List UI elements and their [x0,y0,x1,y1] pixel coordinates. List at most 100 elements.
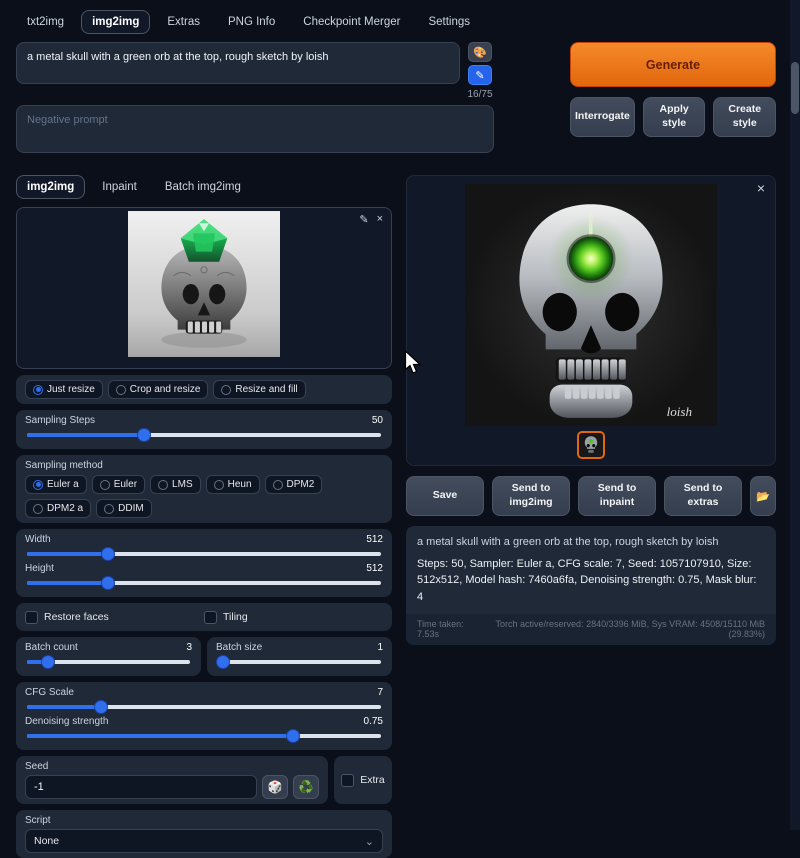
tiling-checkbox[interactable]: Tiling [204,611,383,624]
open-folder-button[interactable]: 📂 [750,476,776,516]
radio-icon [33,385,43,395]
radio-icon [214,480,224,490]
slider-knob[interactable] [95,701,107,713]
apply-style-button[interactable]: Apply style [643,97,706,137]
tab-img2img[interactable]: img2img [81,10,150,34]
output-column: × [406,175,776,858]
tab-checkpoint-merger[interactable]: Checkpoint Merger [292,10,411,34]
send-to-extras-button[interactable]: Send to extras [664,476,742,516]
script-selected-value: None [34,835,59,847]
reuse-seed-button[interactable]: ♻️ [293,775,319,799]
radio-label: Heun [228,479,252,490]
batch-size-slider[interactable] [218,660,381,664]
slider-knob[interactable] [42,656,54,668]
checkbox-label: Extra [360,774,385,786]
input-skull-ring-image [128,211,280,357]
sampling-steps-value: 50 [372,415,383,426]
radio-icon [33,480,43,490]
checkbox-label: Restore faces [44,611,109,623]
scrollbar-track [790,0,800,830]
cfg-denoise-group: CFG Scale 7 Denoising strength 0.75 [16,682,392,750]
subtab-batch-img2img[interactable]: Batch img2img [154,175,252,199]
sampling-steps-slider[interactable] [27,433,381,437]
width-value: 512 [366,534,383,545]
radio-label: Crop and resize [130,384,201,395]
folder-icon: 📂 [756,490,770,503]
vram-text: Torch active/reserved: 2840/3396 MiB, Sy… [489,619,765,639]
extra-seed-checkbox[interactable]: Extra [341,774,385,787]
cfg-scale-value: 7 [377,687,383,698]
save-button[interactable]: Save [406,476,484,516]
checkbox-label: Tiling [223,611,248,623]
edit-prompt-button[interactable]: ✎ [468,65,492,85]
denoising-strength-value: 0.75 [364,716,383,727]
gallery-close-button[interactable]: × [757,180,765,196]
gallery-thumbnail[interactable] [577,431,605,459]
generated-skull-image[interactable]: loish [465,184,717,426]
resize-option-crop-and-resize[interactable]: Crop and resize [108,380,209,399]
tab-png-info[interactable]: PNG Info [217,10,286,34]
negative-prompt-input[interactable] [16,105,494,153]
checkbox-icon [25,611,38,624]
resize-option-resize-and-fill[interactable]: Resize and fill [213,380,305,399]
image-clear-button[interactable]: × [377,213,383,226]
seed-input[interactable] [25,775,257,799]
tab-extras[interactable]: Extras [156,10,211,34]
slider-knob[interactable] [102,548,114,560]
batch-size-group: Batch size 1 [207,637,392,676]
send-to-inpaint-button[interactable]: Send to inpaint [578,476,656,516]
sampler-option-lms[interactable]: LMS [150,475,201,494]
batch-size-label: Batch size [216,642,262,653]
sampler-option-dpm2-a[interactable]: DPM2 a [25,499,91,518]
batch-count-slider[interactable] [27,660,190,664]
sampler-option-dpm2[interactable]: DPM2 [265,475,323,494]
subtab-img2img[interactable]: img2img [16,175,85,199]
size-group: Width 512 Height 512 [16,529,392,597]
slider-knob[interactable] [138,429,150,441]
recycle-icon: ♻️ [299,780,314,794]
width-slider[interactable] [27,552,381,556]
height-label: Height [25,563,54,574]
radio-icon [158,480,168,490]
radio-label: LMS [172,479,193,490]
radio-label: Just resize [47,384,95,395]
denoising-strength-slider[interactable] [27,734,381,738]
image-upload-area[interactable]: ✎ × [16,207,392,369]
tab-txt2img[interactable]: txt2img [16,10,75,34]
sampler-option-ddim[interactable]: DDIM [96,499,152,518]
seed-label: Seed [25,761,319,772]
slider-knob[interactable] [217,656,229,668]
chevron-down-icon: ⌄ [365,835,374,848]
radio-label: Euler a [47,479,79,490]
script-dropdown[interactable]: None ⌄ [25,829,383,853]
radio-icon [273,480,283,490]
sampling-steps-group: Sampling Steps 50 [16,410,392,449]
sampler-option-euler[interactable]: Euler [92,475,145,494]
generate-button[interactable]: Generate [570,42,776,87]
scrollbar-thumb[interactable] [791,62,799,114]
sampler-option-euler-a[interactable]: Euler a [25,475,87,494]
script-group: Script None ⌄ [16,810,392,858]
restore-faces-checkbox[interactable]: Restore faces [25,611,204,624]
height-slider[interactable] [27,581,381,585]
cfg-scale-slider[interactable] [27,705,381,709]
prompt-input[interactable]: a metal skull with a green orb at the to… [16,42,460,84]
slider-knob[interactable] [287,730,299,742]
tab-settings[interactable]: Settings [417,10,481,34]
token-counter: 16/75 [467,89,492,100]
image-edit-button[interactable]: ✎ [359,213,368,226]
radio-icon [116,385,126,395]
send-to-img2img-button[interactable]: Send to img2img [492,476,570,516]
palette-button[interactable]: 🎨 [468,42,492,62]
random-seed-button[interactable]: 🎲 [262,775,288,799]
resize-option-just-resize[interactable]: Just resize [25,380,103,399]
batch-count-group: Batch count 3 [16,637,201,676]
interrogate-button[interactable]: Interrogate [570,97,635,137]
subtab-inpaint[interactable]: Inpaint [91,175,148,199]
prompt-tools: 🎨 ✎ 16/75 [466,42,494,85]
create-style-button[interactable]: Create style [713,97,776,137]
sampling-steps-label: Sampling Steps [25,415,95,426]
seed-group: Seed 🎲 ♻️ [16,756,328,804]
slider-knob[interactable] [102,577,114,589]
sampler-option-heun[interactable]: Heun [206,475,260,494]
